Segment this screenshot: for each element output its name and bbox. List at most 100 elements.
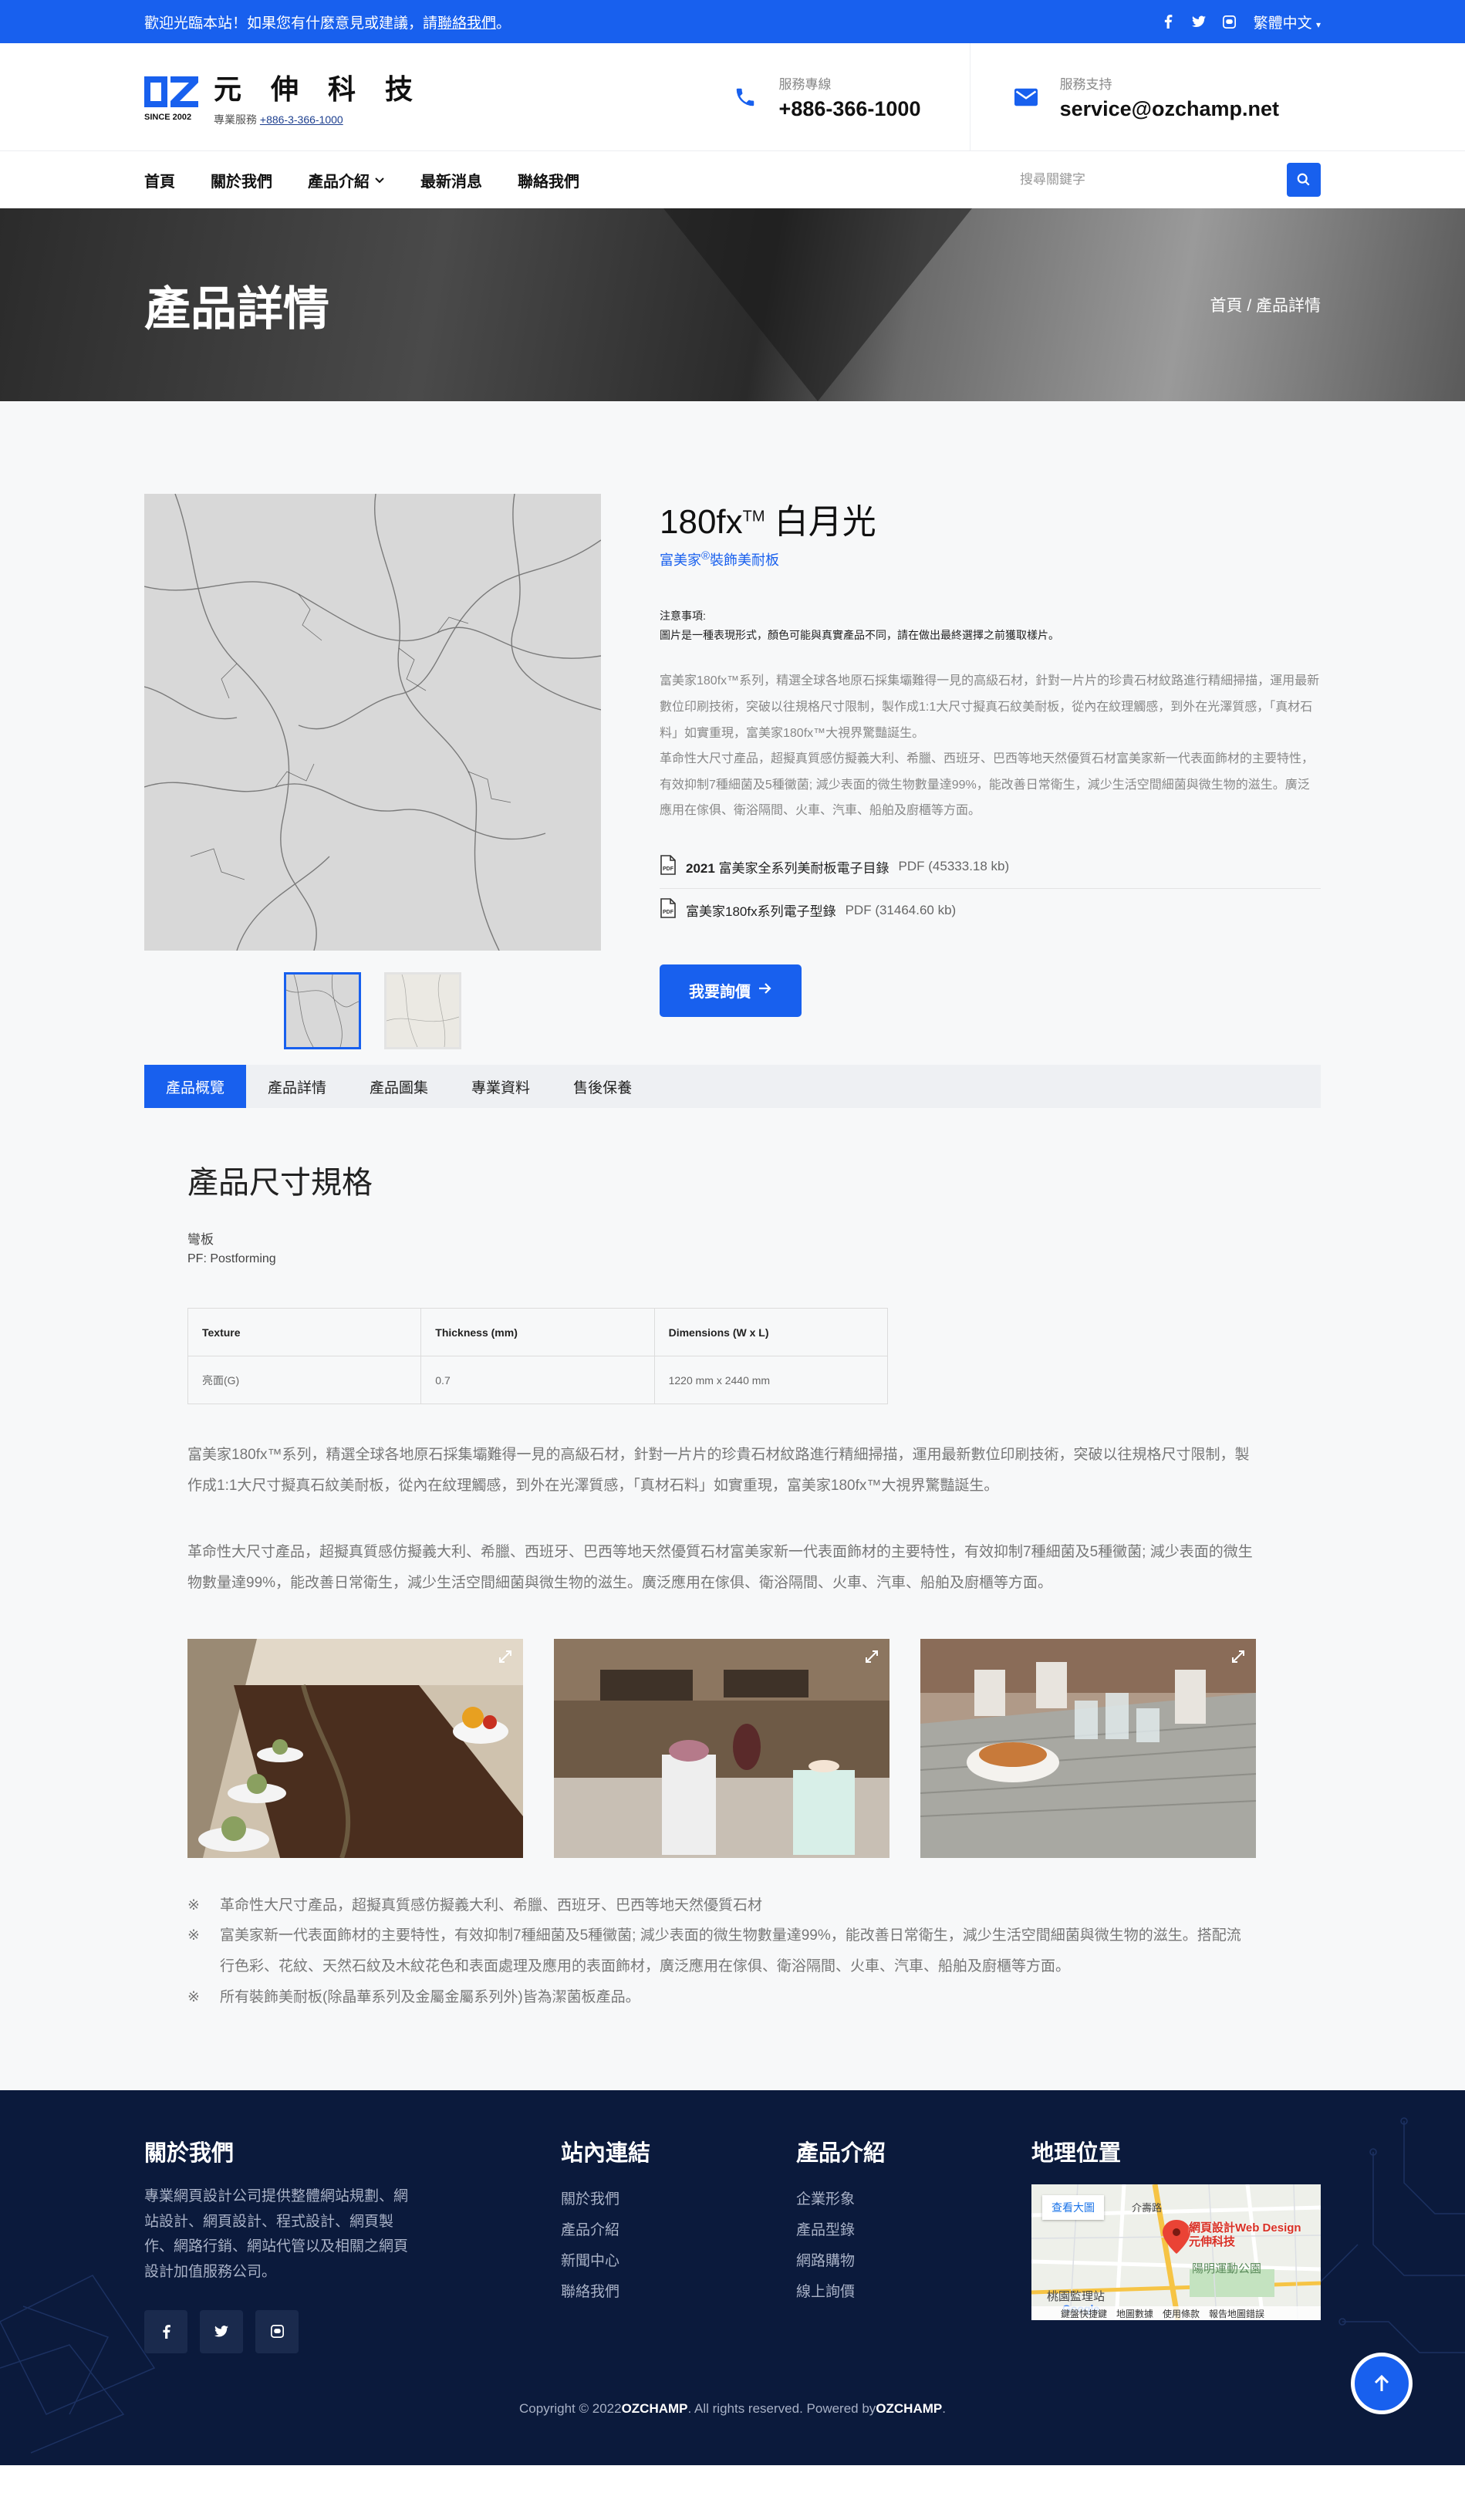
table-cell: 0.7 <box>420 1356 655 1404</box>
breadcrumb-home[interactable]: 首頁 <box>1210 297 1242 315</box>
embedded-map[interactable]: Google 查看大圖 網頁設計Web Design 元伸科技 陽明運動公園 桃… <box>1031 2184 1321 2321</box>
nav-item-products[interactable]: 產品介紹 <box>308 169 385 191</box>
tab-specs[interactable]: 專業資料 <box>450 1065 552 1108</box>
twitter-icon[interactable] <box>200 2309 243 2353</box>
tab-content-overview: 產品尺寸規格 彎板 PF: Postforming Texture Thickn… <box>144 1108 1321 2090</box>
phone-icon <box>731 83 759 111</box>
tab-details[interactable]: 產品詳情 <box>246 1065 348 1108</box>
hotline-number[interactable]: +886-366-1000 <box>779 97 921 121</box>
page-title: 產品詳情 <box>144 282 329 335</box>
chevron-down-icon <box>374 171 385 189</box>
map-attribution-item[interactable]: 鍵盤快捷鍵 <box>1061 2307 1107 2320</box>
footer-about-title: 關於我們 <box>144 2141 235 2167</box>
arrow-right-icon <box>758 981 772 999</box>
line-icon[interactable] <box>1223 15 1237 29</box>
hotline-label: 服務專線 <box>778 77 832 92</box>
search-input[interactable] <box>1020 163 1274 197</box>
support-email[interactable]: service@ozchamp.net <box>1060 97 1279 121</box>
tab-gallery[interactable]: 產品圖集 <box>348 1065 450 1108</box>
inquiry-button[interactable]: 我要詢價 <box>660 964 802 1017</box>
footer-link[interactable]: 關於我們 <box>561 2184 796 2215</box>
nav-item-home[interactable]: 首頁 <box>144 169 175 191</box>
footer-product-link[interactable]: 網路購物 <box>796 2246 1031 2277</box>
map-attribution-item[interactable]: 使用條款 <box>1163 2307 1200 2320</box>
language-selector[interactable]: 繁體中文 ▾ <box>1254 12 1321 32</box>
product-name: 白月光 <box>765 503 876 541</box>
footer-about-text: 專業網頁設計公司提供整體網站規劃、網站設計、網頁設計、程式設計、網頁製作、網路行… <box>144 2188 409 2281</box>
nav-item-about[interactable]: 關於我們 <box>211 169 272 191</box>
notes-list: 革命性大尺寸產品，超擬真質感仿擬義大利、希臘、西班牙、巴西等地天然優質石材 富美… <box>187 1890 1278 2014</box>
map-attribution-item[interactable]: 報告地圖錯誤 <box>1209 2307 1264 2320</box>
search-icon <box>1297 173 1310 186</box>
footer-product-link[interactable]: 企業形象 <box>796 2184 1031 2215</box>
map-view-larger-button[interactable]: 查看大圖 <box>1042 2195 1104 2221</box>
product-notice: 注意事項: 圖片是一種表現形式，顏色可能與真實產品不同，請在做出最終選擇之前獲取… <box>660 606 1321 645</box>
thumbnail-2[interactable] <box>384 972 461 1049</box>
copyright-end: . <box>942 2401 946 2417</box>
line-icon[interactable] <box>255 2309 299 2353</box>
product-desc-2: 革命性大尺寸產品，超擬真質感仿擬義大利、希臘、西班牙、巴西等地天然優質石材富美家… <box>660 752 1315 818</box>
main-content: 180fxTM 白月光 富美家®裝飾美耐板 注意事項: 圖片是一種表現形式，顏色… <box>0 401 1465 2091</box>
photo-kitchen-counter[interactable] <box>920 1638 1256 1858</box>
main-nav: 首頁 關於我們 產品介紹 最新消息 聯絡我們 <box>0 151 1465 208</box>
product-brand[interactable]: 富美家®裝飾美耐板 <box>660 549 1321 569</box>
breadcrumb: 首頁 / 產品詳情 <box>1210 293 1321 316</box>
footer-products: 產品介紹 企業形象 產品型錄 網路購物 線上詢價 <box>796 2135 1031 2353</box>
envelope-icon <box>1012 83 1040 111</box>
copyright-brand-2[interactable]: OZCHAMP <box>876 2401 942 2417</box>
welcome-text-end: 。 <box>496 15 511 32</box>
map-place-label: 陽明運動公園 <box>1192 2262 1262 2276</box>
footer-link[interactable]: 新聞中心 <box>561 2246 796 2277</box>
logo-tag: SINCE 2002 <box>144 113 191 122</box>
thumbnail-list <box>144 972 601 1049</box>
search-button[interactable] <box>1287 163 1321 197</box>
footer-product-link[interactable]: 線上詢價 <box>796 2277 1031 2308</box>
twitter-icon[interactable] <box>1191 15 1206 29</box>
welcome-message: 歡迎光臨本站！如果您有什麼意見或建議，請聯絡我們。 <box>144 12 511 32</box>
footer-links: 站內連結 關於我們 產品介紹 新聞中心 聯絡我們 <box>561 2135 796 2353</box>
download-item[interactable]: PDF 富美家180fx系列電子型錄 PDF (31464.60 kb) <box>660 889 1321 932</box>
trademark-sup: TM <box>742 508 765 525</box>
page-banner: 產品詳情 首頁 / 產品詳情 <box>0 208 1465 401</box>
nav-item-news[interactable]: 最新消息 <box>420 169 482 191</box>
footer-link[interactable]: 聯絡我們 <box>561 2277 796 2308</box>
table-header-row: Texture Thickness (mm) Dimensions (W x L… <box>187 1308 889 1356</box>
support-label: 服務支持 <box>1059 77 1112 92</box>
table-header: Dimensions (W x L) <box>653 1308 889 1356</box>
footer-product-link[interactable]: 產品型錄 <box>796 2215 1031 2246</box>
expand-icon[interactable] <box>859 1643 885 1670</box>
back-to-top-button[interactable] <box>1351 2353 1413 2415</box>
nav-item-products-label: 產品介紹 <box>308 173 370 191</box>
footer-link[interactable]: 產品介紹 <box>561 2215 796 2246</box>
thumbnail-1[interactable] <box>284 972 361 1049</box>
tab-aftercare[interactable]: 售後保養 <box>552 1065 653 1108</box>
map-place-label: 介壽路 <box>1132 2202 1163 2214</box>
product-main-image[interactable] <box>144 494 601 951</box>
list-item: 富美家新一代表面飾材的主要特性，有效抑制7種細菌及5種黴菌; 減少表面的微生物數… <box>187 1920 1252 1982</box>
expand-icon[interactable] <box>1225 1643 1251 1670</box>
copyright-brand[interactable]: OZCHAMP <box>622 2401 688 2417</box>
facebook-icon[interactable] <box>144 2309 187 2353</box>
expand-icon[interactable] <box>492 1643 518 1670</box>
facebook-icon[interactable] <box>1161 15 1175 29</box>
photo-dining-table[interactable] <box>187 1638 523 1858</box>
tab-overview[interactable]: 產品概覽 <box>144 1065 247 1108</box>
download-title: 2021 富美家全系列美耐板電子目錄 <box>686 857 889 877</box>
notice-title: 注意事項: <box>660 610 706 622</box>
map-attribution-item[interactable]: 地圖數據 <box>1116 2307 1153 2320</box>
svg-text:PDF: PDF <box>663 910 674 915</box>
site-footer: 關於我們 專業網頁設計公司提供整體網站規劃、網站設計、網頁設計、程式設計、網頁製… <box>0 2090 1465 2466</box>
contact-us-link[interactable]: 聯絡我們 <box>437 15 496 32</box>
logo-sub-phone: +886-3-366-1000 <box>259 113 343 126</box>
site-logo[interactable]: SINCE 2002 元 伸 科 技 專業服務 +886-3-366-1000 <box>144 67 731 127</box>
photo-retail-display[interactable] <box>554 1638 889 1858</box>
product-tabs: 產品概覽 產品詳情 產品圖集 專業資料 售後保養 <box>144 1065 1321 1108</box>
download-name: 富美家全系列美耐板電子目錄 <box>718 860 889 876</box>
company-name: 元 伸 科 技 <box>214 73 424 105</box>
nav-item-contact[interactable]: 聯絡我們 <box>518 169 579 191</box>
download-item[interactable]: PDF 2021 富美家全系列美耐板電子目錄 PDF (45333.18 kb) <box>660 846 1321 889</box>
logo-sub-label: 專業服務 <box>214 113 257 126</box>
brand-suffix: 裝飾美耐板 <box>710 552 780 568</box>
product-desc-1: 富美家180fx™系列，精選全球各地原石採集壩難得一見的高級石材，針對一片片的珍… <box>660 674 1320 740</box>
logo-mark-icon: SINCE 2002 <box>144 72 200 123</box>
